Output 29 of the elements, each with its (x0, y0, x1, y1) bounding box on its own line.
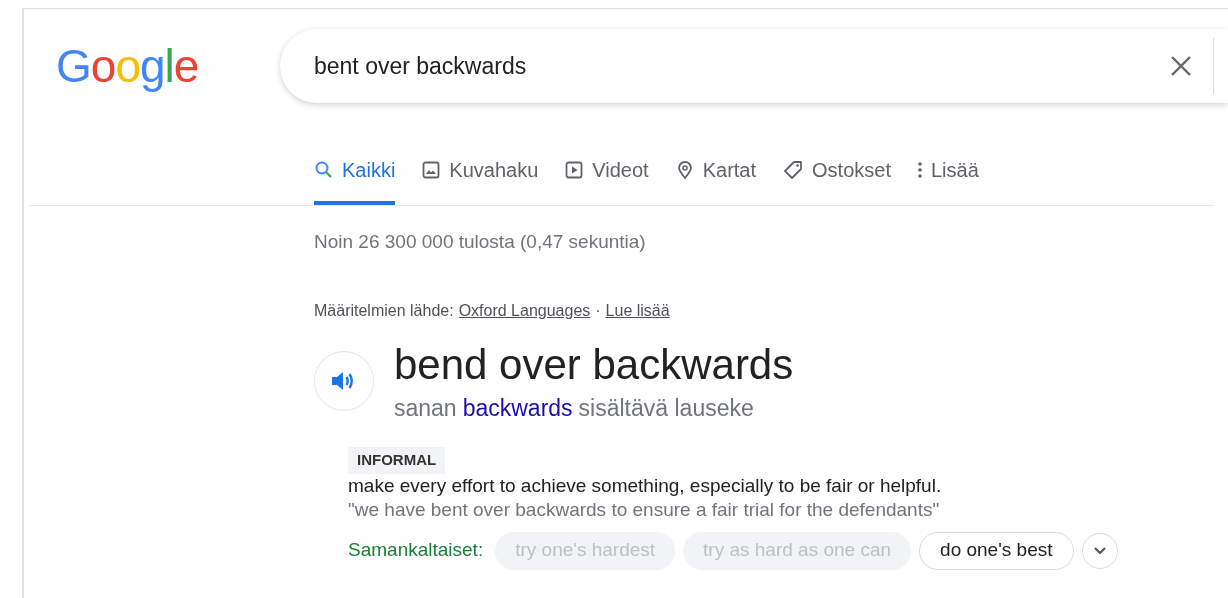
example: "we have bent over backwards to ensure a fair trial for the defendants" (348, 497, 941, 522)
tab[interactable]: Kuvahaku (421, 135, 539, 205)
search-icon (314, 160, 334, 180)
source-label: Määritelmien lähde: (314, 300, 454, 321)
word-link[interactable]: backwards (462, 390, 573, 425)
separator: · (595, 300, 601, 321)
register-label: INFORMAL (348, 447, 446, 474)
tab[interactable]: Kartat (674, 135, 757, 205)
search-query: bent over backwards (314, 51, 528, 81)
tag-icon (782, 160, 805, 180)
chevron-down-icon (1092, 545, 1107, 556)
definition: make every effort to achieve something, especially to be fair or helpful. (348, 473, 943, 498)
source-link[interactable]: Oxford Languages (458, 298, 591, 323)
similar-label: Samankaltaiset: (348, 538, 484, 563)
subtitle-text: sanan (394, 393, 457, 423)
read-more-link[interactable]: Lue lisää (605, 298, 670, 323)
result-stats: Noin 26 300 000 tulosta (0,47 sekuntia) (314, 230, 647, 254)
synonym-chip[interactable]: do one's best (919, 531, 1074, 570)
image-icon (421, 160, 442, 180)
tab[interactable]: Kaikki (314, 135, 396, 205)
tab[interactable]: Videot (564, 135, 649, 205)
close-icon (1169, 54, 1193, 78)
more-icon (916, 160, 923, 180)
search-field[interactable]: bent over backwards (280, 29, 1228, 103)
tab[interactable]: Ostokset (782, 135, 891, 205)
headword: bend over backwards (394, 339, 794, 390)
tab[interactable]: Lisää (916, 135, 979, 205)
subtitle-text: sisältävä lauseke (578, 393, 754, 423)
play-icon (564, 160, 585, 180)
